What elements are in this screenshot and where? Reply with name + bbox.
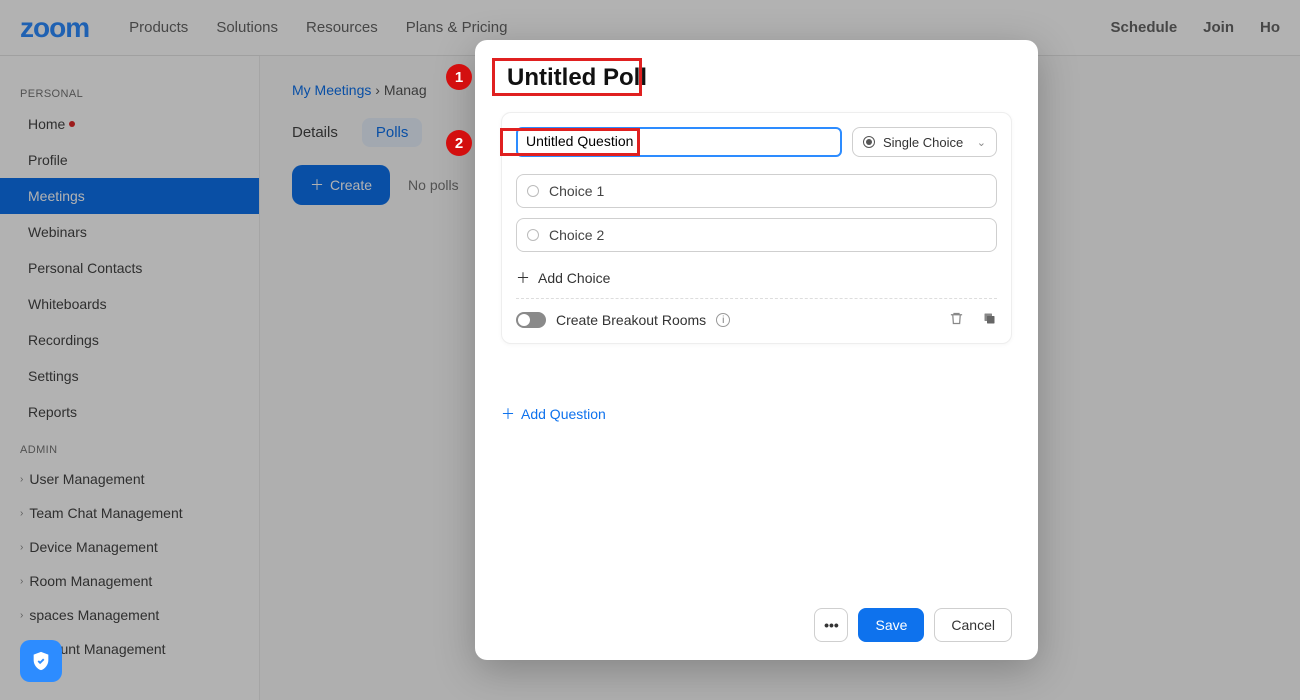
sidebar-item-home[interactable]: Home — [0, 106, 259, 142]
breadcrumb-root[interactable]: My Meetings — [292, 82, 371, 98]
sidebar-item-label: Meetings — [28, 188, 85, 204]
question-type-label: Single Choice — [883, 135, 963, 150]
more-options-button[interactable]: ••• — [814, 608, 848, 642]
notification-dot-icon — [69, 121, 75, 127]
sidebar-item-label: Device Management — [29, 539, 157, 555]
topnav-schedule[interactable]: Schedule — [1110, 19, 1177, 36]
sidebar-item-reports[interactable]: Reports — [0, 394, 259, 430]
choice-label: Choice 1 — [549, 183, 604, 199]
add-question-button[interactable]: ＋ Add Question — [501, 404, 1012, 424]
cancel-button[interactable]: Cancel — [934, 608, 1012, 642]
radio-icon — [863, 136, 875, 148]
tab-details[interactable]: Details — [292, 118, 338, 147]
create-button[interactable]: ＋ Create — [292, 165, 390, 205]
sidebar-item-label: Team Chat Management — [29, 505, 182, 521]
sidebar-item-team-chat[interactable]: › Team Chat Management — [0, 496, 259, 530]
annotation-badge-2: 2 — [446, 130, 472, 156]
logo[interactable]: zoom — [20, 12, 89, 44]
chevron-down-icon: ⌄ — [977, 136, 986, 149]
chevron-right-icon: › — [20, 508, 23, 519]
topnav-host[interactable]: Ho — [1260, 19, 1280, 36]
topnav-solutions[interactable]: Solutions — [216, 19, 278, 36]
topnav-join[interactable]: Join — [1203, 19, 1234, 36]
create-button-label: Create — [330, 177, 372, 193]
no-polls-text: No polls — [408, 177, 459, 193]
chevron-right-icon: › — [20, 474, 23, 485]
question-card-actions — [949, 311, 997, 329]
sidebar-item-label: Settings — [28, 368, 79, 384]
sidebar-item-room-management[interactable]: › Room Management — [0, 564, 259, 598]
topnav-products[interactable]: Products — [129, 19, 188, 36]
breakout-row: Create Breakout Rooms i — [516, 299, 997, 329]
sidebar-item-label: spaces Management — [29, 607, 159, 623]
top-nav-right: Schedule Join Ho — [1110, 19, 1280, 36]
modal-footer: ••• Save Cancel — [501, 608, 1012, 642]
chevron-right-icon: › — [20, 542, 23, 553]
sidebar-item-label: User Management — [29, 471, 144, 487]
sidebar-item-label: Profile — [28, 152, 68, 168]
annotation-badge-1: 1 — [446, 64, 472, 90]
add-question-label: Add Question — [521, 406, 606, 422]
sidebar-item-user-management[interactable]: › User Management — [0, 462, 259, 496]
question-input-wrap: Untitled Question — [516, 127, 842, 162]
sidebar-item-label: Webinars — [28, 224, 87, 240]
question-card: Untitled Question Single Choice ⌄ Choice… — [501, 112, 1012, 344]
sidebar-item-profile[interactable]: Profile — [0, 142, 259, 178]
sidebar-item-settings[interactable]: Settings — [0, 358, 259, 394]
add-choice-label: Add Choice — [538, 270, 610, 286]
sidebar-item-webinars[interactable]: Webinars — [0, 214, 259, 250]
choice-2-input[interactable]: Choice 2 — [516, 218, 997, 252]
sidebar-item-label: Whiteboards — [28, 296, 107, 312]
sidebar-item-spaces-management[interactable]: › spaces Management — [0, 598, 259, 632]
breakout-toggle[interactable] — [516, 312, 546, 328]
chevron-right-icon: › — [20, 610, 23, 621]
tab-polls[interactable]: Polls — [362, 118, 423, 147]
top-nav: Products Solutions Resources Plans & Pri… — [129, 19, 507, 36]
choice-label: Choice 2 — [549, 227, 604, 243]
info-icon[interactable]: i — [716, 313, 730, 327]
plus-icon: ＋ — [516, 268, 530, 288]
poll-title-input[interactable]: Untitled Poll — [501, 62, 653, 94]
sidebar: PERSONAL Home Profile Meetings Webinars … — [0, 56, 260, 700]
sidebar-item-label: Recordings — [28, 332, 99, 348]
save-button[interactable]: Save — [858, 608, 924, 642]
sidebar-item-recordings[interactable]: Recordings — [0, 322, 259, 358]
duplicate-icon[interactable] — [982, 311, 997, 329]
plus-icon: ＋ — [310, 175, 324, 195]
breakout-label: Create Breakout Rooms — [556, 312, 706, 328]
plus-icon: ＋ — [501, 404, 515, 424]
sidebar-item-label: Home — [28, 116, 65, 132]
sidebar-item-meetings[interactable]: Meetings — [0, 178, 259, 214]
topnav-resources[interactable]: Resources — [306, 19, 378, 36]
sidebar-item-label: Personal Contacts — [28, 260, 142, 276]
sidebar-section-personal: PERSONAL — [0, 74, 259, 106]
chevron-right-icon: › — [20, 576, 23, 587]
breadcrumb-separator: › — [375, 82, 384, 98]
sidebar-item-device-management[interactable]: › Device Management — [0, 530, 259, 564]
question-header-row: Untitled Question Single Choice ⌄ — [516, 127, 997, 162]
choice-1-input[interactable]: Choice 1 — [516, 174, 997, 208]
sidebar-item-label: Reports — [28, 404, 77, 420]
security-shield-icon[interactable] — [20, 640, 62, 682]
poll-modal: Untitled Poll Untitled Question Single C… — [475, 40, 1038, 660]
radio-icon — [527, 229, 539, 241]
sidebar-item-label: Room Management — [29, 573, 152, 589]
add-choice-button[interactable]: ＋ Add Choice — [516, 262, 997, 299]
sidebar-section-admin: ADMIN — [0, 430, 259, 462]
sidebar-item-whiteboards[interactable]: Whiteboards — [0, 286, 259, 322]
breadcrumb-current: Manag — [384, 82, 427, 98]
question-type-select[interactable]: Single Choice ⌄ — [852, 127, 997, 157]
delete-icon[interactable] — [949, 311, 964, 329]
topnav-plans[interactable]: Plans & Pricing — [406, 19, 508, 36]
radio-icon — [527, 185, 539, 197]
sidebar-item-personal-contacts[interactable]: Personal Contacts — [0, 250, 259, 286]
question-input[interactable]: Untitled Question — [516, 127, 842, 157]
